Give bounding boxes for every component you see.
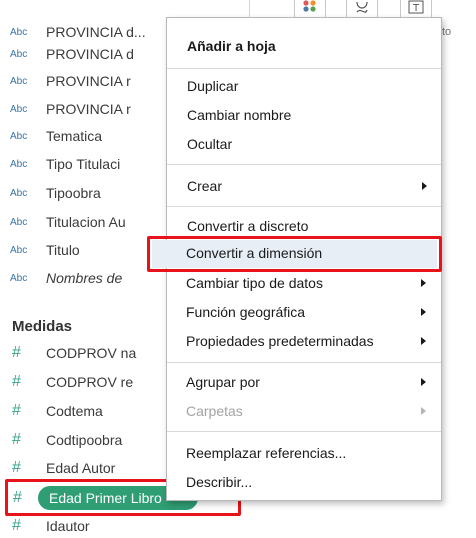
string-type-icon: Abc <box>10 103 28 115</box>
field-name: Titulo <box>46 242 80 258</box>
number-type-icon: # <box>12 373 21 390</box>
string-type-icon: Abc <box>10 26 28 38</box>
menu-item-geographic-role[interactable]: Función geográfica <box>186 304 305 320</box>
menu-separator <box>167 362 441 363</box>
string-type-icon: Abc <box>10 244 28 256</box>
measure-field[interactable]: # Codtema <box>0 399 103 423</box>
menu-item-replace-references[interactable]: Reemplazar referencias... <box>186 445 346 461</box>
field-name: Idautor <box>46 518 90 534</box>
submenu-arrow-icon <box>421 308 426 316</box>
dimension-field[interactable]: Abc PROVINCIA d... <box>0 20 146 44</box>
field-name: Tipoobra <box>46 185 101 201</box>
field-name: CODPROV na <box>46 345 137 361</box>
dimension-field[interactable]: Abc PROVINCIA r <box>0 69 131 93</box>
field-name: Tipo Titulaci <box>46 156 121 172</box>
field-name: Codtema <box>46 403 103 419</box>
string-type-icon: Abc <box>10 130 28 142</box>
field-name: Titulacion Au <box>46 214 126 230</box>
number-type-icon: # <box>12 517 21 534</box>
menu-item-describe[interactable]: Describir... <box>186 474 252 490</box>
dimension-field[interactable]: Abc Tipo Titulaci <box>0 152 120 176</box>
dimension-field[interactable]: Abc Titulacion Au <box>0 210 126 234</box>
string-type-icon: Abc <box>10 187 28 199</box>
field-name: Tematica <box>46 128 103 144</box>
menu-item-change-data-type[interactable]: Cambiar tipo de datos <box>186 275 323 291</box>
submenu-arrow-icon <box>421 378 426 386</box>
measure-field[interactable]: # CODPROV na <box>0 341 136 365</box>
string-type-icon: Abc <box>10 216 28 228</box>
dimension-field[interactable]: Abc PROVINCIA d <box>0 42 134 66</box>
number-type-icon: # <box>12 344 21 361</box>
field-name: PROVINCIA r <box>46 101 131 117</box>
number-type-icon: # <box>12 459 21 476</box>
field-name: CODPROV re <box>46 374 134 390</box>
string-type-icon: Abc <box>10 272 28 284</box>
field-name: PROVINCIA d... <box>46 24 146 40</box>
field-name: PROVINCIA d <box>46 46 134 62</box>
menu-separator <box>167 431 441 432</box>
field-name: Codtipoobra <box>46 432 123 448</box>
string-type-icon: Abc <box>10 48 28 60</box>
menu-item-default-properties[interactable]: Propiedades predeterminadas <box>186 333 374 349</box>
field-name: Edad Autor <box>46 460 116 476</box>
string-type-icon: Abc <box>10 158 28 170</box>
menu-item-folders[interactable]: Carpetas <box>186 403 243 419</box>
submenu-arrow-icon <box>421 337 426 345</box>
dimension-field[interactable]: Abc Tipoobra <box>0 181 101 205</box>
text-button-label: to <box>442 26 452 38</box>
field-name: PROVINCIA r <box>46 73 131 89</box>
menu-item-group-by[interactable]: Agrupar por <box>186 374 260 390</box>
dimension-field[interactable]: Abc PROVINCIA r <box>0 97 131 121</box>
dimension-field[interactable]: Abc Titulo <box>0 238 80 262</box>
measures-section-title: Medidas <box>12 318 73 335</box>
measure-field[interactable]: # Idautor <box>0 514 90 538</box>
measure-field[interactable]: # Edad Autor <box>0 456 115 480</box>
number-type-icon: # <box>12 402 21 419</box>
string-type-icon: Abc <box>10 75 28 87</box>
number-type-icon: # <box>12 431 21 448</box>
highlight-annotation-box <box>147 236 442 272</box>
dimension-field[interactable]: Abc Nombres de <box>0 266 122 290</box>
field-name: Nombres de <box>46 270 123 286</box>
measure-field[interactable]: # Codtipoobra <box>0 428 122 452</box>
submenu-arrow-icon <box>421 279 426 287</box>
svg-text:T: T <box>412 3 420 14</box>
submenu-arrow-icon <box>421 407 426 415</box>
measure-field[interactable]: # CODPROV re <box>0 370 133 394</box>
dimension-field[interactable]: Abc Tematica <box>0 124 102 148</box>
